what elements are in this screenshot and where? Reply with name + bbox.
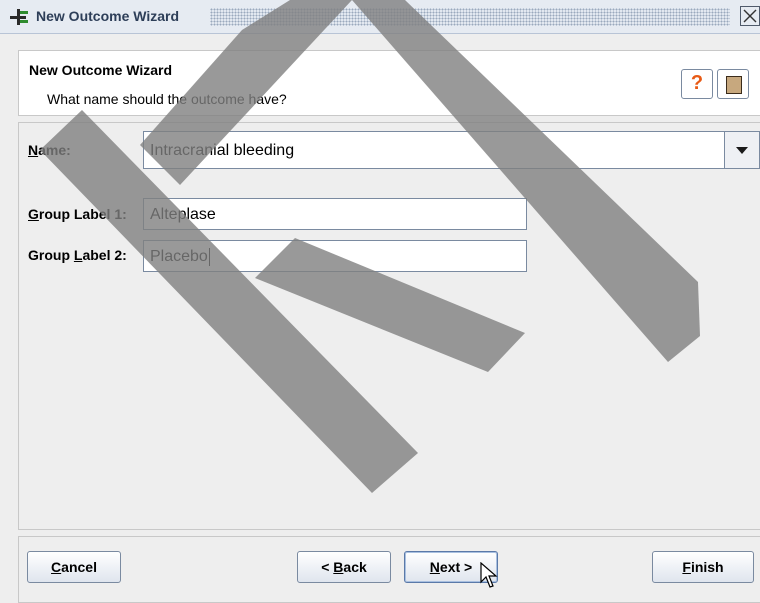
- finish-button[interactable]: Finish: [652, 551, 754, 583]
- group-label-1-value: Alteplase: [150, 206, 216, 223]
- title-bar-texture: [210, 8, 730, 26]
- wizard-header: New Outcome Wizard What name should the …: [18, 50, 760, 116]
- group-label-1-input[interactable]: Alteplase: [143, 198, 527, 230]
- group-label-2-value: Placebo: [150, 248, 210, 266]
- back-button[interactable]: < Back: [297, 551, 391, 583]
- wizard-icon: [10, 9, 28, 25]
- header-subtitle: What name should the outcome have?: [47, 91, 287, 107]
- header-title: New Outcome Wizard: [29, 62, 173, 78]
- book-button[interactable]: [717, 69, 749, 99]
- mouse-cursor-icon: [480, 562, 498, 588]
- form-panel: [18, 122, 760, 530]
- book-icon: [726, 76, 742, 94]
- close-button[interactable]: [740, 6, 760, 26]
- group-label-2-label: Group Label 2:: [28, 247, 127, 263]
- title-bar[interactable]: New Outcome Wizard: [0, 0, 760, 34]
- help-button[interactable]: ?: [681, 69, 713, 99]
- cancel-button[interactable]: Cancel: [27, 551, 121, 583]
- name-combobox[interactable]: Intracranial bleeding: [143, 131, 760, 169]
- chevron-down-icon[interactable]: [724, 132, 759, 168]
- name-value[interactable]: Intracranial bleeding: [150, 142, 294, 160]
- group-label-2-input[interactable]: Placebo: [143, 240, 527, 272]
- group-label-1-label: Group Label 1:: [28, 206, 127, 222]
- help-icon: ?: [690, 72, 704, 94]
- window-title: New Outcome Wizard: [36, 8, 186, 24]
- close-icon: [743, 9, 757, 23]
- name-label: Name:: [28, 142, 71, 158]
